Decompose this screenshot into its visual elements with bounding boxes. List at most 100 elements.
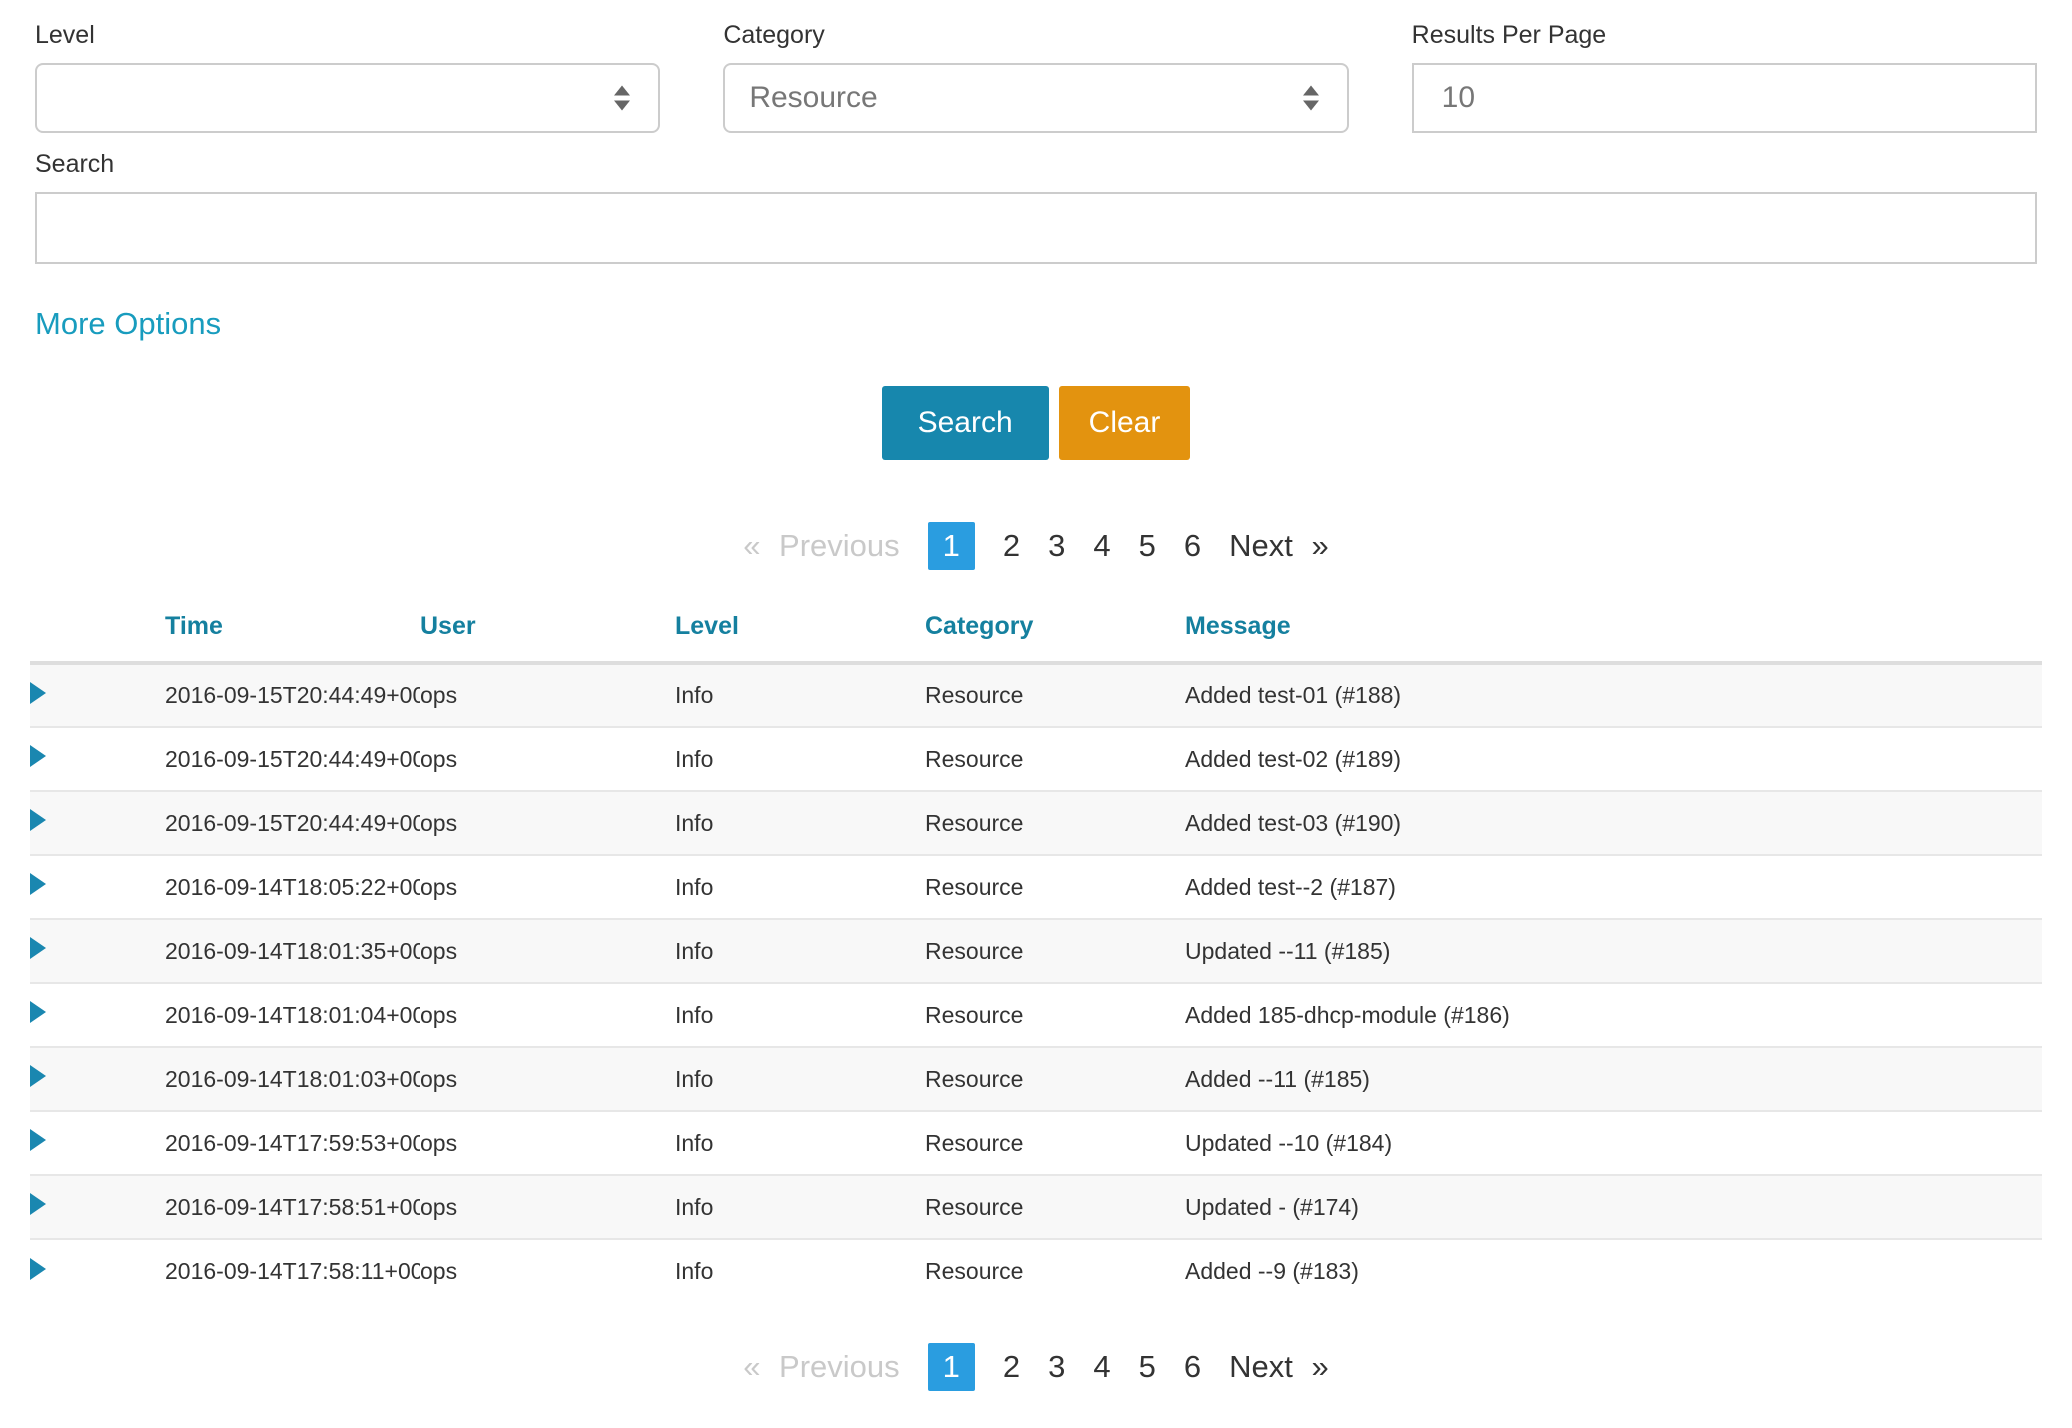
pagination-page-4[interactable]: 4 [1093,528,1110,564]
filter-form: Level Category Resource Results Per Page [0,0,2072,133]
cell-category: Resource [925,663,1185,727]
cell-category: Resource [925,983,1185,1047]
column-header-message[interactable]: Message [1185,598,2042,663]
pagination-next[interactable]: Next » [1229,1349,1329,1385]
pagination-page-1[interactable]: 1 [928,522,975,570]
pagination-page-4[interactable]: 4 [1093,1349,1110,1385]
results-per-page-input[interactable] [1412,63,2037,133]
pagination-page-3[interactable]: 3 [1048,1349,1065,1385]
cell-user: ops [420,983,675,1047]
chevron-down-icon [1303,101,1319,111]
cell-expander [30,791,165,855]
cell-level: Info [675,1175,925,1239]
table-row: 2016-09-15T20:44:49+0000 ops Info Resour… [30,791,2042,855]
category-label: Category [723,20,1348,50]
cell-category: Resource [925,855,1185,919]
cell-expander [30,855,165,919]
table-row: 2016-09-15T20:44:49+0000 ops Info Resour… [30,663,2042,727]
cell-time: 2016-09-14T18:01:03+0000 [165,1047,420,1111]
results-per-page-label: Results Per Page [1412,20,2037,50]
cell-expander [30,1239,165,1303]
cell-expander [30,663,165,727]
action-buttons: Search Clear [0,386,2072,460]
expand-row-icon[interactable] [30,1065,46,1087]
cell-expander [30,727,165,791]
table-row: 2016-09-14T18:01:35+0000 ops Info Resour… [30,919,2042,983]
expand-row-icon[interactable] [30,937,46,959]
table-row: 2016-09-15T20:44:49+0000 ops Info Resour… [30,727,2042,791]
pagination-page-1[interactable]: 1 [928,1343,975,1391]
column-header-user[interactable]: User [420,598,675,663]
log-table-body: 2016-09-15T20:44:49+0000 ops Info Resour… [30,663,2042,1303]
search-input[interactable] [35,192,2037,264]
expand-row-icon[interactable] [30,873,46,895]
category-select[interactable]: Resource [723,63,1348,133]
cell-user: ops [420,1047,675,1111]
cell-level: Info [675,919,925,983]
cell-level: Info [675,855,925,919]
cell-expander [30,983,165,1047]
cell-level: Info [675,663,925,727]
cell-category: Resource [925,1239,1185,1303]
cell-level: Info [675,791,925,855]
table-row: 2016-09-14T17:59:53+0000 ops Info Resour… [30,1111,2042,1175]
search-button[interactable]: Search [882,386,1049,460]
expand-row-icon[interactable] [30,809,46,831]
cell-time: 2016-09-14T18:05:22+0000 [165,855,420,919]
select-spinner-icon [614,86,630,111]
column-header-level[interactable]: Level [675,598,925,663]
cell-time: 2016-09-15T20:44:49+0000 [165,727,420,791]
more-options-link[interactable]: More Options [35,306,221,342]
expand-row-icon[interactable] [30,1193,46,1215]
cell-message: Updated --10 (#184) [1185,1111,2042,1175]
expand-row-icon[interactable] [30,745,46,767]
cell-category: Resource [925,1047,1185,1111]
clear-button[interactable]: Clear [1059,386,1191,460]
pagination-page-2[interactable]: 2 [1003,1349,1020,1385]
level-select[interactable] [35,63,660,133]
pagination-page-6[interactable]: 6 [1184,1349,1201,1385]
search-label: Search [35,149,2037,179]
column-header-expander [30,598,165,663]
expand-row-icon[interactable] [30,1001,46,1023]
cell-time: 2016-09-14T17:59:53+0000 [165,1111,420,1175]
cell-time: 2016-09-14T17:58:51+0000 [165,1175,420,1239]
table-row: 2016-09-14T17:58:11+0000 ops Info Resour… [30,1239,2042,1303]
pagination-page-5[interactable]: 5 [1139,1349,1156,1385]
cell-level: Info [675,1111,925,1175]
column-header-category[interactable]: Category [925,598,1185,663]
table-row: 2016-09-14T18:05:22+0000 ops Info Resour… [30,855,2042,919]
table-row: 2016-09-14T18:01:04+0000 ops Info Resour… [30,983,2042,1047]
cell-user: ops [420,791,675,855]
cell-user: ops [420,727,675,791]
expand-row-icon[interactable] [30,682,46,704]
expand-row-icon[interactable] [30,1258,46,1280]
cell-category: Resource [925,727,1185,791]
pagination-page-3[interactable]: 3 [1048,528,1065,564]
pagination-page-6[interactable]: 6 [1184,528,1201,564]
cell-user: ops [420,1175,675,1239]
pagination: « Previous 123456 Next » [0,522,2072,570]
cell-user: ops [420,1111,675,1175]
pagination-next[interactable]: Next » [1229,528,1329,564]
category-field-group: Category Resource [723,20,1348,133]
expand-row-icon[interactable] [30,1129,46,1151]
category-select-value: Resource [749,81,877,115]
cell-time: 2016-09-14T18:01:04+0000 [165,983,420,1047]
column-header-time[interactable]: Time [165,598,420,663]
pagination-previous[interactable]: « Previous [743,528,899,564]
cell-category: Resource [925,1111,1185,1175]
cell-message: Updated --11 (#185) [1185,919,2042,983]
level-field-group: Level [35,20,660,133]
pagination-page-2[interactable]: 2 [1003,528,1020,564]
cell-level: Info [675,1047,925,1111]
cell-expander [30,1047,165,1111]
results-per-page-field-group: Results Per Page [1412,20,2037,133]
log-table: Time User Level Category Message 2016-09… [30,598,2042,1303]
pagination-previous[interactable]: « Previous [743,1349,899,1385]
cell-level: Info [675,727,925,791]
cell-message: Added test-03 (#190) [1185,791,2042,855]
pagination-page-5[interactable]: 5 [1139,528,1156,564]
cell-category: Resource [925,919,1185,983]
cell-user: ops [420,1239,675,1303]
